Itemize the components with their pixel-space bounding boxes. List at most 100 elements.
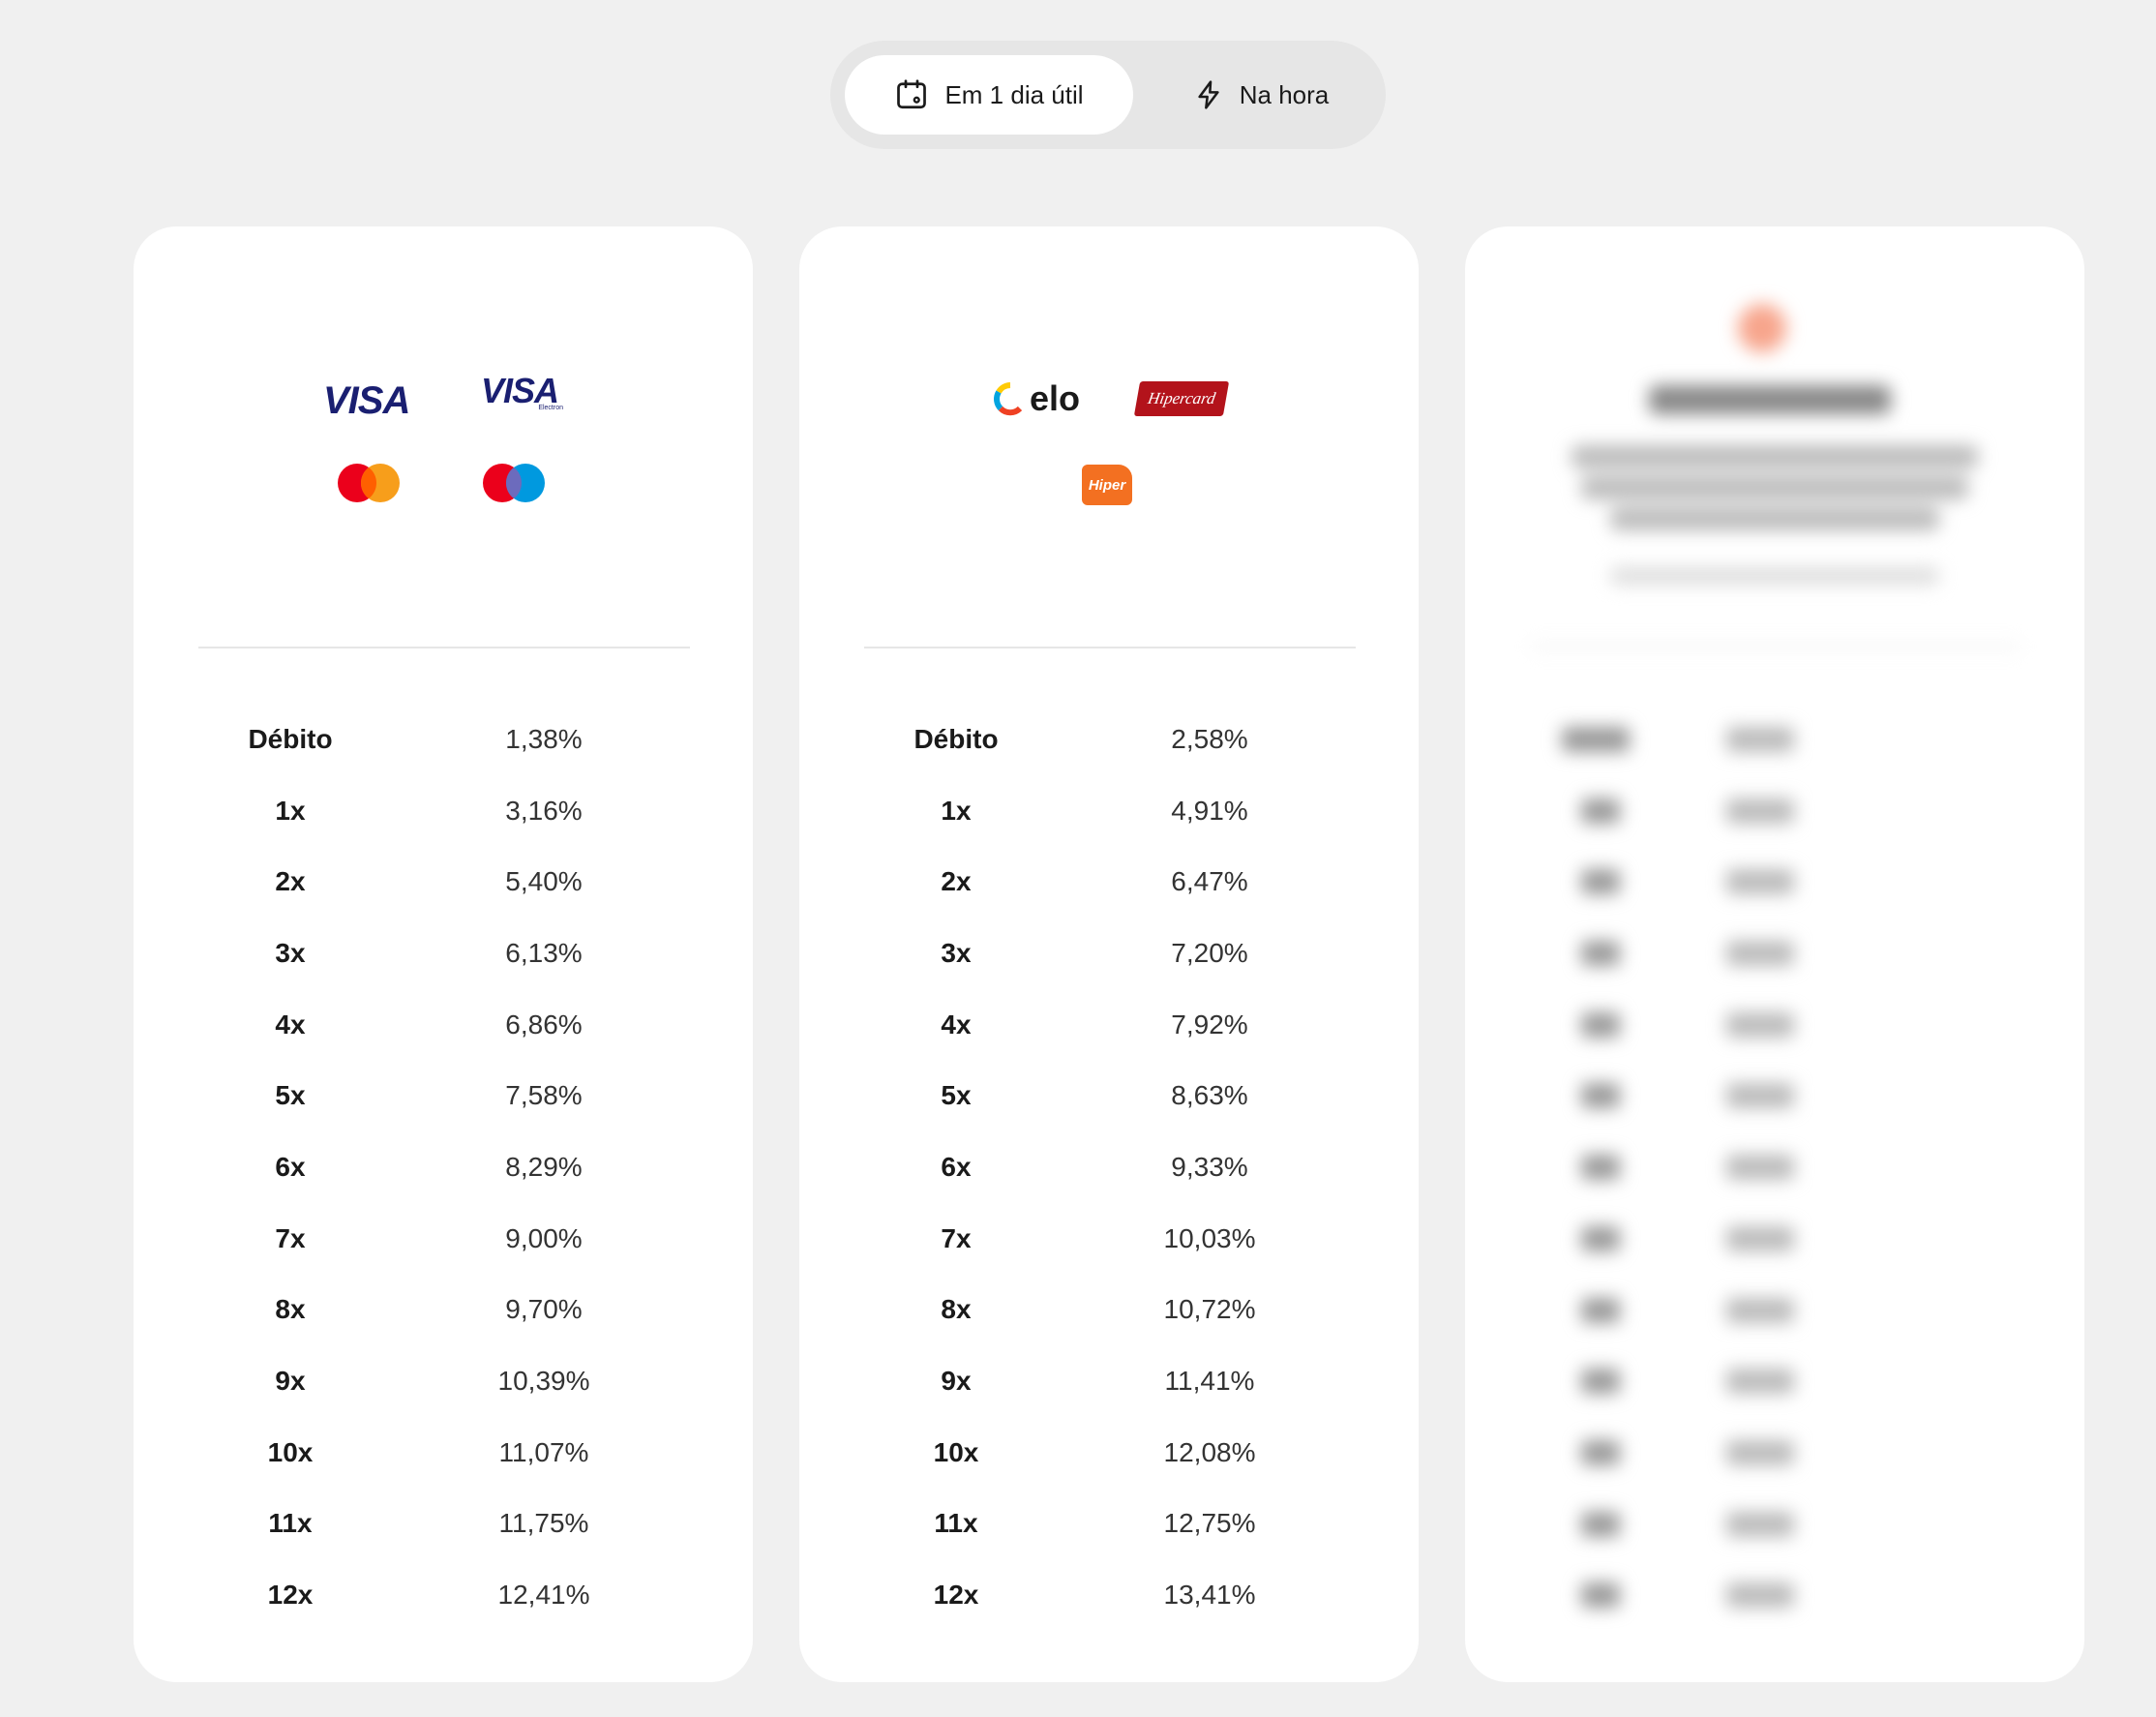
elo-circle-icon	[994, 382, 1023, 416]
blurred-label	[1581, 1011, 1620, 1038]
blurred-value	[1726, 798, 1794, 824]
rate-installments-label: 5x	[275, 1080, 306, 1111]
visa-electron-logo: VISA Electron	[476, 371, 563, 412]
rate-installments-label: 7x	[275, 1222, 306, 1253]
hipercard-logo: Hipercard	[1133, 381, 1230, 416]
rates-card-visa-mastercard: VISA VISA Electron Débito 1,38% 1x 3,16% 2x 5…	[134, 226, 753, 1682]
blurred-value	[1726, 1297, 1794, 1323]
blurred-label	[1581, 1155, 1620, 1181]
blurred-label	[1581, 1511, 1620, 1537]
rate-installments-label: 6x	[275, 1151, 306, 1182]
rate-installments-label: 9x	[941, 1366, 972, 1397]
option-one-business-day-label: Em 1 dia útil	[944, 79, 1084, 109]
rates-table: Débito 1,38% 1x 3,16% 2x 5,40% 3x 6,13% 4x 6,86% 5…	[134, 704, 753, 1631]
rates-card-elo-hipercard: elo Hipercard Hiper Débito 2,58% 1x 4,91% 2x…	[799, 226, 1419, 1682]
rate-installments-label: 10x	[267, 1436, 314, 1467]
blurred-label	[1581, 1297, 1620, 1323]
rate-row: 9x 10,39%	[134, 1345, 753, 1417]
blurred-label	[1581, 869, 1620, 895]
visa-electron-wordmark: VISA	[480, 371, 559, 410]
blurred-label	[1581, 798, 1620, 824]
settlement-toggle: Em 1 dia útil Na hora	[830, 41, 1386, 149]
rate-installments-label: 4x	[275, 1009, 306, 1039]
rate-percentage-value: 10,03%	[1163, 1222, 1256, 1253]
rate-row: 6x 8,29%	[134, 1131, 753, 1203]
blurred-text-1	[1572, 445, 1978, 468]
calendar-icon	[897, 79, 927, 109]
blurred-rate-row	[1465, 846, 2084, 918]
rate-installments-label: Débito	[248, 723, 333, 754]
rate-percentage-value: 7,92%	[1171, 1009, 1248, 1039]
rate-installments-label: 3x	[941, 937, 972, 968]
rate-percentage-value: 11,07%	[498, 1436, 589, 1467]
rate-row: 7x 9,00%	[134, 1203, 753, 1275]
option-instant-label: Na hora	[1239, 79, 1330, 109]
rate-percentage-value: 3,16%	[505, 795, 583, 826]
elo-logo: elo	[993, 381, 1080, 416]
rate-percentage-value: 11,75%	[498, 1508, 589, 1539]
mastercard-logo	[338, 464, 400, 502]
rate-installments-label: 11x	[934, 1508, 978, 1539]
rate-row: 11x 12,75%	[799, 1489, 1419, 1560]
blurred-rate-row	[1465, 989, 2084, 1061]
rate-row: 12x 13,41%	[799, 1559, 1419, 1631]
rate-percentage-value: 12,75%	[1163, 1508, 1256, 1539]
rate-installments-label: Débito	[913, 723, 999, 754]
blurred-value	[1726, 1369, 1794, 1395]
rate-percentage-value: 2,58%	[1171, 723, 1248, 754]
card-divider	[864, 647, 1356, 648]
rates-card-blurred	[1465, 226, 2084, 1682]
rate-installments-label: 1x	[941, 795, 972, 826]
rate-installments-label: 7x	[941, 1222, 972, 1253]
option-instant[interactable]: Na hora	[1150, 55, 1372, 135]
blurred-label	[1562, 727, 1630, 752]
blurred-value	[1726, 1511, 1794, 1537]
rate-row: 3x 7,20%	[799, 918, 1419, 989]
rate-installments-label: 8x	[275, 1294, 306, 1325]
blurred-value	[1726, 727, 1794, 752]
blurred-rate-row	[1465, 1489, 2084, 1560]
blurred-value	[1726, 1225, 1794, 1251]
blurred-rate-row	[1465, 775, 2084, 847]
maestro-logo	[483, 464, 545, 502]
rate-row: 4x 6,86%	[134, 989, 753, 1061]
rate-row: 1x 4,91%	[799, 775, 1419, 847]
rate-installments-label: 1x	[275, 795, 306, 826]
blurred-value	[1726, 1011, 1794, 1038]
rate-percentage-value: 10,39%	[497, 1366, 590, 1397]
rate-row: 10x 11,07%	[134, 1417, 753, 1489]
rate-percentage-value: 11,41%	[1164, 1366, 1255, 1397]
blurred-rate-row	[1465, 1559, 2084, 1631]
rate-row: 7x 10,03%	[799, 1203, 1419, 1275]
elo-wordmark: elo	[1030, 378, 1081, 418]
rate-row: 2x 6,47%	[799, 846, 1419, 918]
rate-row: 11x 11,75%	[134, 1489, 753, 1560]
blurred-value	[1726, 1582, 1794, 1609]
rates-table: Débito 2,58% 1x 4,91% 2x 6,47% 3x 7,20% 4x 7,92% 5…	[799, 704, 1419, 1631]
rate-row: 12x 12,41%	[134, 1559, 753, 1631]
blurred-content	[1465, 226, 2084, 1682]
blurred-rate-row	[1465, 918, 2084, 989]
blurred-divider	[1530, 645, 2021, 648]
rate-percentage-value: 8,29%	[505, 1151, 583, 1182]
blurred-label	[1581, 1439, 1620, 1465]
blurred-rate-row	[1465, 1060, 2084, 1131]
rate-row: 3x 6,13%	[134, 918, 753, 989]
rate-percentage-value: 9,33%	[1171, 1151, 1248, 1182]
rate-percentage-value: 5,40%	[505, 866, 583, 897]
blurred-label	[1581, 1083, 1620, 1109]
rate-percentage-value: 6,86%	[505, 1009, 583, 1039]
rate-row: 10x 12,08%	[799, 1417, 1419, 1489]
rate-percentage-value: 6,47%	[1171, 866, 1248, 897]
blurred-text-3	[1610, 507, 1939, 530]
blurred-label	[1581, 1225, 1620, 1251]
rate-installments-label: 8x	[941, 1294, 972, 1325]
rate-percentage-value: 12,41%	[497, 1580, 590, 1611]
blurred-link	[1610, 567, 1939, 585]
option-one-business-day[interactable]: Em 1 dia útil	[845, 55, 1133, 135]
blurred-label	[1581, 1369, 1620, 1395]
rate-installments-label: 12x	[267, 1580, 314, 1611]
blurred-value	[1726, 1083, 1794, 1109]
card-divider	[198, 647, 690, 648]
blurred-label	[1581, 941, 1620, 967]
